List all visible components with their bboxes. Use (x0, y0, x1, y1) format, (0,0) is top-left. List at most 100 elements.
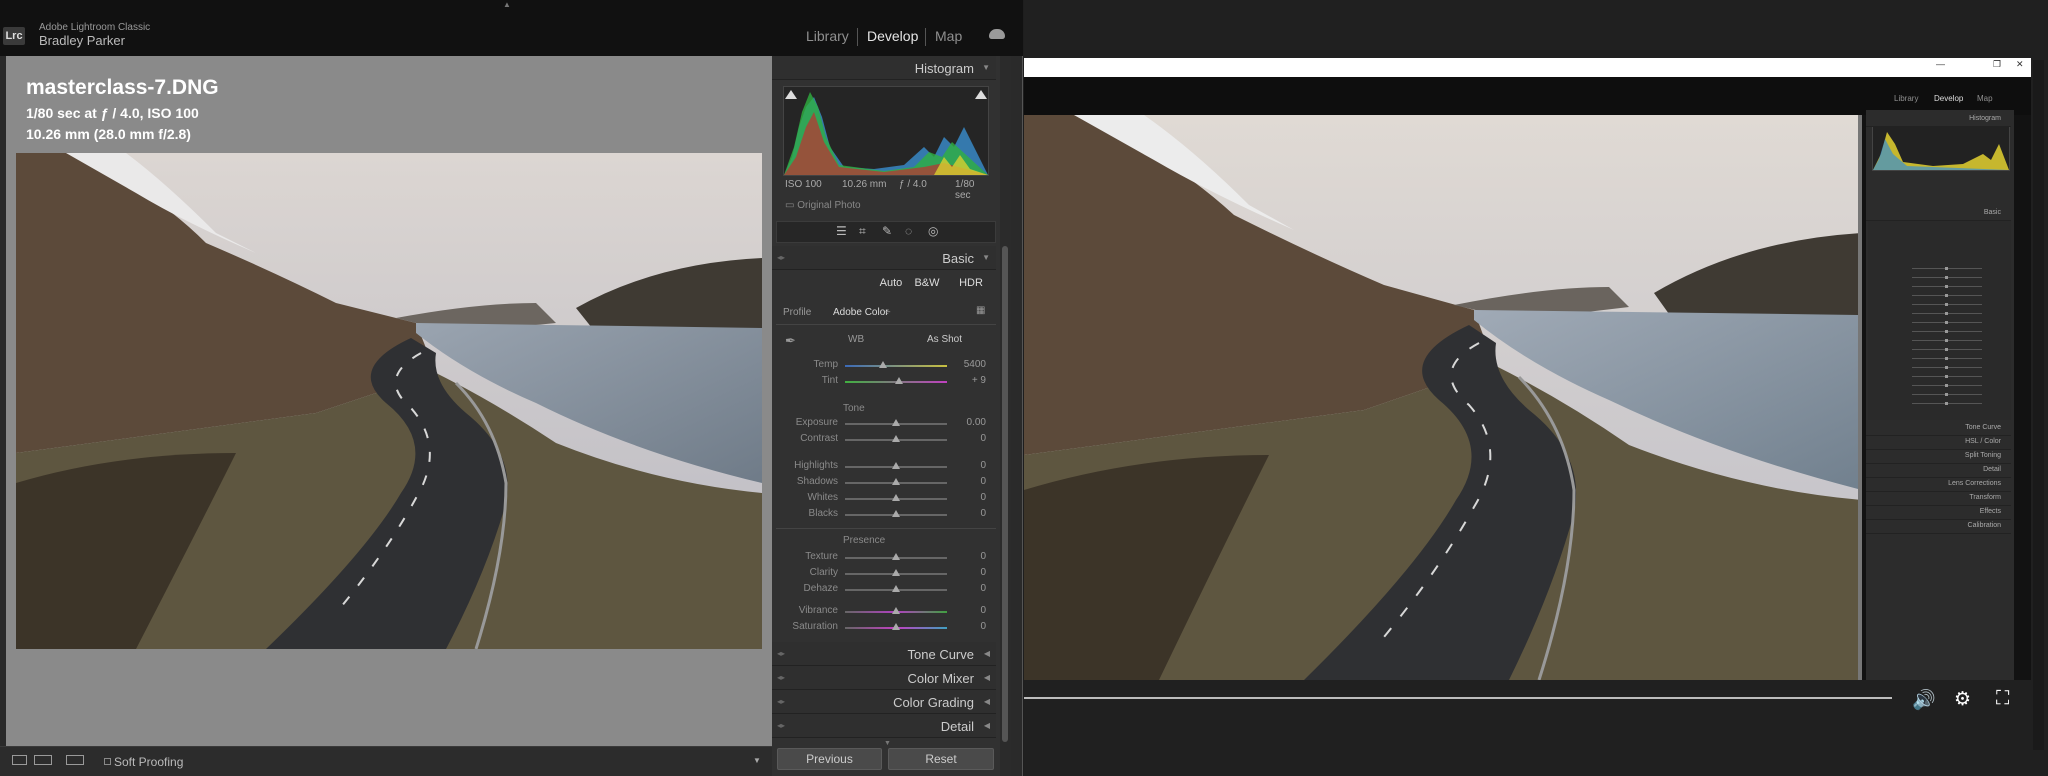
histogram-panel-header[interactable]: Histogram ▼ (772, 56, 996, 80)
profile-dropdown-icon[interactable]: ÷ (885, 307, 891, 318)
hdr-button[interactable]: HDR (955, 275, 987, 292)
highlights-label: Highlights (794, 460, 838, 471)
fullscreen-icon[interactable]: ⛶ (1996, 688, 2009, 710)
minimize-icon[interactable]: — (1936, 59, 1945, 69)
temp-slider-thumb[interactable] (878, 361, 887, 368)
texture-value[interactable]: 0 (950, 551, 986, 562)
panel-toggle-icon[interactable]: ◂▸ (777, 673, 785, 682)
loupe-view-icon[interactable] (12, 755, 27, 765)
before-after-view-icon[interactable] (34, 755, 52, 765)
video-panel-label: Tone Curve (1965, 424, 2001, 431)
photo-exposure-info: 1/80 sec at ƒ / 4.0, ISO 100 (26, 105, 199, 121)
whites-slider-thumb[interactable] (892, 494, 900, 501)
dehaze-value[interactable]: 0 (950, 583, 986, 594)
video-panel-header: Effects (1866, 507, 2011, 520)
reset-button[interactable]: Reset (888, 748, 994, 770)
exposure-slider-thumb[interactable] (892, 419, 900, 426)
collapse-icon: ▼ (982, 63, 990, 72)
profile-dropdown[interactable]: Adobe Color (833, 307, 889, 318)
shadows-value[interactable]: 0 (950, 476, 986, 487)
panel-scrollbar-thumb[interactable] (1002, 246, 1008, 742)
tone-heading: Tone (843, 403, 865, 414)
shadow-clipping-icon[interactable] (785, 90, 797, 99)
video-panel-header: HSL / Color (1866, 437, 2011, 450)
temp-value[interactable]: 5400 (950, 359, 986, 370)
temp-slider[interactable] (845, 365, 947, 367)
module-map[interactable]: Map (935, 28, 962, 44)
crop-icon[interactable]: ⌗ (859, 224, 866, 239)
clarity-slider-thumb[interactable] (892, 569, 900, 576)
highlight-clipping-icon[interactable] (975, 90, 987, 99)
profile-browser-icon[interactable]: ▦ (976, 305, 985, 316)
histogram-aperture: ƒ / 4.0 (899, 179, 927, 190)
soft-proofing-checkbox[interactable] (104, 758, 111, 765)
healing-icon[interactable]: ✎ (882, 224, 892, 238)
texture-slider-thumb[interactable] (892, 553, 900, 560)
blacks-slider-thumb[interactable] (892, 510, 900, 517)
divider (776, 528, 996, 529)
video-slider-thumb (1945, 375, 1948, 378)
panel-toggle-icon[interactable]: ◂▸ (777, 721, 785, 730)
video-panel-label: Lens Corrections (1948, 480, 2001, 487)
video-slider-thumb (1945, 339, 1948, 342)
saturation-slider-thumb[interactable] (892, 623, 900, 630)
shadows-slider-thumb[interactable] (892, 478, 900, 485)
edit-sliders-icon[interactable]: ☰ (836, 224, 847, 238)
saturation-value[interactable]: 0 (950, 621, 986, 632)
panel-toggle-icon[interactable]: ◂▸ (777, 253, 785, 262)
highlights-slider-thumb[interactable] (892, 462, 900, 469)
cloud-icon[interactable] (989, 29, 1005, 39)
masking-icon[interactable]: ◎ (928, 224, 938, 238)
contrast-slider-thumb[interactable] (892, 435, 900, 442)
panel-toggle-icon[interactable]: ◂▸ (777, 697, 785, 706)
previous-button[interactable]: Previous (777, 748, 882, 770)
auto-button[interactable]: Auto (876, 275, 906, 292)
dehaze-slider-thumb[interactable] (892, 585, 900, 592)
contrast-value[interactable]: 0 (950, 433, 986, 444)
tint-value[interactable]: + 9 (950, 375, 986, 386)
blacks-value[interactable]: 0 (950, 508, 986, 519)
volume-icon[interactable]: 🔊 (1912, 688, 1936, 712)
expand-icon: ◀ (983, 649, 990, 658)
vibrance-slider-thumb[interactable] (892, 607, 900, 614)
exposure-value[interactable]: 0.00 (950, 417, 986, 428)
histogram-graph[interactable] (783, 86, 989, 176)
video-module-library: Library (1894, 94, 1919, 103)
color-mixer-panel-header[interactable]: ◂▸ Color Mixer ◀ (772, 666, 996, 690)
compare-view-icon[interactable] (66, 755, 84, 765)
video-slider-thumb (1945, 366, 1948, 369)
histogram-iso: ISO 100 (785, 179, 822, 190)
wb-dropdown[interactable]: As Shot (927, 334, 962, 345)
tone-curve-panel-header[interactable]: ◂▸ Tone Curve ◀ (772, 642, 996, 666)
clarity-value[interactable]: 0 (950, 567, 986, 578)
bottom-panel-toggle-icon[interactable]: ▼ (884, 740, 891, 747)
vibrance-value[interactable]: 0 (950, 605, 986, 616)
module-library[interactable]: Library (806, 28, 849, 44)
profile-label: Profile (783, 307, 812, 318)
close-icon[interactable]: ✕ (2016, 59, 2024, 70)
video-edge-scrollbar (2033, 60, 2044, 750)
module-develop[interactable]: Develop (867, 28, 918, 44)
landscape-photo[interactable] (16, 153, 762, 649)
toolbar-menu-icon[interactable]: ▼ (753, 756, 761, 765)
maximize-icon[interactable]: ❐ (1993, 59, 2001, 70)
tone-curve-title: Tone Curve (907, 647, 974, 662)
top-panel-toggle-icon[interactable]: ▲ (503, 0, 511, 9)
photo-filename: masterclass-7.DNG (26, 76, 219, 99)
video-basic-panel (1868, 220, 2011, 420)
panel-toggle-icon[interactable]: ◂▸ (777, 649, 785, 658)
detail-panel-header[interactable]: ◂▸ Detail ◀ (772, 714, 996, 738)
wb-eyedropper-icon[interactable]: ✒ (785, 333, 796, 349)
tint-label: Tint (821, 375, 838, 386)
whites-value[interactable]: 0 (950, 492, 986, 503)
video-panel-header: Histogram (1866, 114, 2011, 127)
lrc-logo: Lrc (3, 27, 25, 45)
highlights-value[interactable]: 0 (950, 460, 986, 471)
red-eye-icon[interactable]: ◌ (905, 224, 912, 238)
color-grading-panel-header[interactable]: ◂▸ Color Grading ◀ (772, 690, 996, 714)
bw-button[interactable]: B&W (911, 275, 943, 292)
basic-panel-header[interactable]: ◂▸ Basic ▼ (772, 246, 996, 270)
video-progress-bar[interactable] (1024, 697, 1892, 699)
gear-icon[interactable]: ⚙ (1954, 688, 1971, 711)
tint-slider-thumb[interactable] (895, 377, 904, 384)
